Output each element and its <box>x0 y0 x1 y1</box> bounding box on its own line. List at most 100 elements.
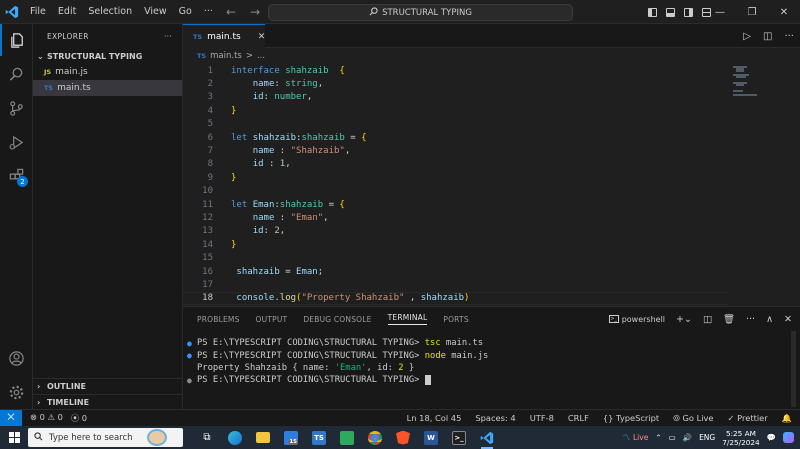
line-number: 10 <box>202 186 213 197</box>
explorer-sidebar: EXPLORER ··· ⌄ STRUCTURAL TYPING JS main… <box>33 24 183 409</box>
search-view-icon[interactable] <box>0 58 33 90</box>
tab-main-ts[interactable]: TS main.ts ✕ <box>183 24 265 48</box>
extensions-icon[interactable]: 2 <box>0 160 33 192</box>
word-icon[interactable]: W <box>417 426 445 449</box>
clock-time: 5:25 AM <box>725 428 756 438</box>
split-terminal-icon[interactable]: ◫ <box>703 314 712 325</box>
search-label: STRUCTURAL TYPING <box>382 7 472 18</box>
more-actions-icon[interactable]: ··· <box>784 31 794 42</box>
trash-icon[interactable]: 🗑 <box>723 314 735 325</box>
show-hidden-icons-icon[interactable]: ⌃ <box>655 433 661 442</box>
cursor-position[interactable]: Ln 18, Col 45 <box>407 413 462 424</box>
timeline-section[interactable]: › TIMELINE <box>33 394 183 410</box>
edge-icon[interactable] <box>221 426 249 449</box>
settings-gear-icon[interactable] <box>0 376 33 408</box>
close-panel-icon[interactable]: ✕ <box>784 314 792 325</box>
mail-icon[interactable]: 15 <box>277 426 305 449</box>
terminal-output[interactable]: ● PS E:\TYPESCRIPT CODING\STRUCTURAL TYP… <box>187 337 488 387</box>
close-window-icon[interactable]: ✕ <box>768 7 800 18</box>
more-actions-icon[interactable]: ··· <box>746 314 755 325</box>
photos-icon[interactable] <box>333 426 361 449</box>
menu-selection[interactable]: Selection <box>82 6 138 17</box>
command-decoration-icon[interactable]: ● <box>187 351 197 360</box>
tab-terminal[interactable]: TERMINAL <box>387 313 428 325</box>
keyboard-language-icon[interactable]: ENG <box>699 433 715 442</box>
menu-view[interactable]: View <box>138 6 173 17</box>
toggle-secondary-sidebar-icon[interactable] <box>684 7 693 17</box>
menu-edit[interactable]: Edit <box>52 6 82 17</box>
command-center-search[interactable]: STRUCTURAL TYPING <box>268 4 573 21</box>
language-mode[interactable]: {} TypeScript <box>603 413 659 424</box>
account-icon[interactable] <box>0 342 33 374</box>
taskbar-search-box[interactable]: Type here to search <box>28 428 183 447</box>
indentation[interactable]: Spaces: 4 <box>475 413 515 424</box>
file-main-js[interactable]: JS main.js <box>33 64 182 80</box>
command-decoration-icon[interactable]: ● <box>187 339 197 348</box>
ports-status[interactable]: ⦿ 0 <box>71 412 87 424</box>
minimap[interactable] <box>733 64 773 104</box>
breadcrumb-file[interactable]: main.ts <box>210 51 242 61</box>
start-button[interactable] <box>0 432 28 443</box>
go-live-button[interactable]: ⦾ Go Live <box>673 413 713 424</box>
prettier-status[interactable]: ✓ Prettier <box>728 413 768 424</box>
volume-icon[interactable]: 🔊 <box>683 433 692 442</box>
code-text: } <box>231 172 237 183</box>
menu-file[interactable]: File <box>24 6 52 17</box>
remote-indicator-icon[interactable]: ⨉ <box>0 409 22 427</box>
source-control-icon[interactable] <box>0 92 33 124</box>
tab-output[interactable]: OUTPUT <box>256 315 288 324</box>
explorer-more-icon[interactable]: ··· <box>164 32 172 41</box>
notification-center-icon[interactable]: 💬 <box>767 433 776 442</box>
search-icon <box>34 431 43 444</box>
encoding[interactable]: UTF-8 <box>530 413 554 424</box>
code-editor[interactable]: 1 interface shahzaib { 2 name: string, 3… <box>183 64 800 306</box>
chrome-icon[interactable] <box>361 426 389 449</box>
explorer-icon[interactable] <box>0 24 33 56</box>
line-number: 14 <box>202 239 213 250</box>
menu-go[interactable]: Go <box>173 6 198 17</box>
network-icon[interactable]: ▭ <box>669 433 676 442</box>
tab-debug-console[interactable]: DEBUG CONSOLE <box>303 315 371 324</box>
outline-section[interactable]: › OUTLINE <box>33 378 183 394</box>
new-terminal-icon[interactable]: +⌄ <box>676 314 692 325</box>
breadcrumb: TS main.ts > ... <box>183 48 800 64</box>
minimize-icon[interactable]: — <box>704 7 736 18</box>
brave-icon[interactable] <box>389 426 417 449</box>
tab-problems[interactable]: PROBLEMS <box>197 315 240 324</box>
task-view-icon[interactable]: ⧉ <box>193 426 221 449</box>
folder-structural-typing[interactable]: ⌄ STRUCTURAL TYPING <box>33 48 182 64</box>
notifications-bell-icon[interactable]: 🔔 <box>782 413 792 424</box>
menu-more[interactable]: ··· <box>198 6 219 17</box>
line-endings[interactable]: CRLF <box>568 413 589 424</box>
run-icon[interactable]: ▷ <box>743 31 751 42</box>
weather-widget[interactable]: 〽 Live <box>623 432 649 443</box>
forward-arrow-icon[interactable]: → <box>250 5 260 19</box>
tab-ports[interactable]: PORTS <box>443 315 468 324</box>
terminal-app-icon[interactable]: >_ <box>445 426 473 449</box>
close-tab-icon[interactable]: ✕ <box>258 32 266 42</box>
clock[interactable]: 5:25 AM 7/25/2024 <box>722 429 759 447</box>
title-bar: File Edit Selection View Go ··· ← → STRU… <box>0 0 800 24</box>
maximize-panel-icon[interactable]: ∧ <box>766 314 773 325</box>
code-text: console.log("Property Shahzaib" , shahza… <box>236 293 470 304</box>
command-decoration-icon[interactable]: ● <box>187 376 197 385</box>
run-debug-icon[interactable] <box>0 126 33 158</box>
terminal-scrollbar[interactable] <box>791 331 796 407</box>
toggle-panel-icon[interactable] <box>666 7 675 17</box>
file-main-ts[interactable]: TS main.ts <box>33 80 182 96</box>
line-number: 12 <box>202 213 213 224</box>
split-editor-icon[interactable]: ◫ <box>763 31 772 42</box>
typescript-app-icon[interactable]: TS <box>305 426 333 449</box>
terminal-shell-selector[interactable]: >_ powershell <box>608 315 665 324</box>
back-arrow-icon[interactable]: ← <box>226 5 236 19</box>
problems-status[interactable]: ⊗ 0 ⚠ 0 <box>30 412 63 424</box>
breadcrumb-symbols[interactable]: ... <box>257 51 265 61</box>
vscode-app-icon[interactable] <box>473 426 501 449</box>
toggle-primary-sidebar-icon[interactable] <box>648 7 657 17</box>
file-explorer-icon[interactable] <box>249 426 277 449</box>
vscode-logo-icon[interactable] <box>0 0 24 24</box>
clock-date: 7/25/2024 <box>722 437 760 447</box>
restore-icon[interactable]: ❐ <box>736 7 768 18</box>
taskbar-search-placeholder: Type here to search <box>49 432 133 443</box>
copilot-icon[interactable] <box>783 432 794 443</box>
